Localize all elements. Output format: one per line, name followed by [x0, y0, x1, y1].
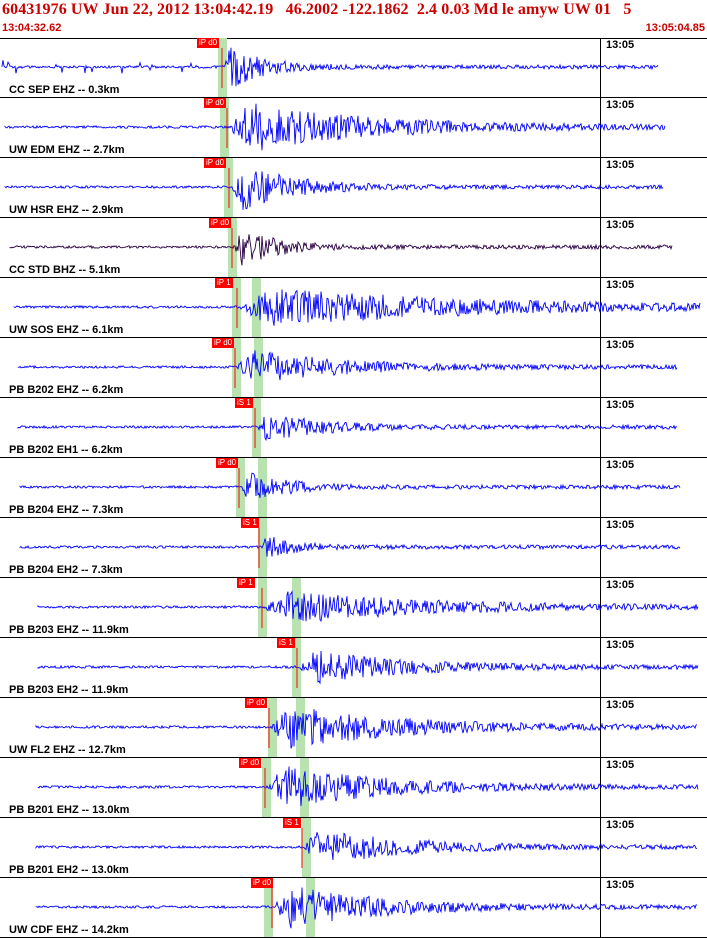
seismogram-traces: 13:05 iP d0 CC SEP EHZ -- 0.3km 13:05 iP d0 U… — [0, 38, 707, 938]
start-time: 13:04:32.62 — [2, 22, 62, 34]
phase-pick[interactable]: iP d0 — [239, 758, 262, 768]
trace-panel: 13:05 iP d0 CC SEP EHZ -- 0.3km — [0, 38, 707, 98]
trace-panel: 13:05 iP d0 UW HSR EHZ -- 2.9km — [0, 158, 707, 218]
waveform-trace — [37, 650, 699, 685]
trace-panel: 13:05 iP d0 PB B204 EHZ -- 7.3km — [0, 458, 707, 518]
station-label: PB B201 EH2 -- 13.0km — [9, 864, 129, 876]
waveform-trace — [37, 590, 699, 622]
station-label: UW HSR EHZ -- 2.9km — [9, 204, 124, 216]
phase-pick[interactable]: iP d0 — [197, 38, 220, 48]
phase-pick[interactable]: iP d0 — [212, 338, 235, 348]
phase-pick[interactable]: iP d0 — [251, 878, 274, 888]
trace-panel: 13:05 iS 1 PB B204 EH2 -- 7.3km — [0, 518, 707, 578]
trace-panel: 13:05 iS 1 PB B203 EH2 -- 11.9km — [0, 638, 707, 698]
station-label: PB B203 EHZ -- 11.9km — [9, 624, 129, 636]
phase-pick[interactable]: iP d0 — [216, 458, 239, 468]
trace-panel: 13:05 iP 1 PB B203 EHZ -- 11.9km — [0, 578, 707, 638]
phase-pick[interactable]: iS 1 — [277, 638, 295, 648]
phase-pick[interactable]: iS 1 — [235, 398, 253, 408]
phase-pick[interactable]: iP d0 — [209, 218, 232, 228]
trace-panel: 13:05 iP 1 UW SOS EHZ -- 6.1km — [0, 278, 707, 338]
station-label: PB B201 EHZ -- 13.0km — [9, 804, 130, 816]
waveform-trace — [35, 832, 698, 861]
event-title: 60431976 UW Jun 22, 2012 13:04:42.19 46.… — [2, 1, 632, 18]
waveform-trace — [9, 234, 673, 266]
waveform-trace — [19, 537, 681, 557]
trace-panel: 13:05 iS 1 PB B202 EH1 -- 6.2km — [0, 398, 707, 458]
phase-pick[interactable]: iP 1 — [237, 578, 255, 588]
trace-panel: 13:05 iS 1 PB B201 EH2 -- 13.0km — [0, 818, 707, 878]
station-label: PB B202 EHZ -- 6.2km — [9, 384, 124, 396]
end-time: 13:05:04.85 — [645, 22, 705, 34]
trace-panel: 13:05 iP d0 PB B201 EHZ -- 13.0km — [0, 758, 707, 818]
station-label: PB B202 EH1 -- 6.2km — [9, 444, 123, 456]
trace-panel: 13:05 iP d0 PB B202 EHZ -- 6.2km — [0, 338, 707, 398]
phase-pick[interactable]: iS 1 — [241, 518, 259, 528]
trace-panel: 13:05 iP d0 UW CDF EHZ -- 14.2km — [0, 878, 707, 938]
trace-panel: 13:05 iP d0 CC STD BHZ -- 5.1km — [0, 218, 707, 278]
trace-panel: 13:05 iP d0 UW EDM EHZ -- 2.7km — [0, 98, 707, 158]
station-label: UW FL2 EHZ -- 12.7km — [9, 744, 126, 756]
header-bar: 60431976 UW Jun 22, 2012 13:04:42.19 46.… — [0, 0, 707, 39]
phase-pick[interactable]: iP d0 — [204, 158, 227, 168]
station-label: UW EDM EHZ -- 2.7km — [9, 144, 125, 156]
station-label: UW SOS EHZ -- 6.1km — [9, 324, 124, 336]
phase-pick[interactable]: iP d0 — [204, 98, 227, 108]
station-label: PB B203 EH2 -- 11.9km — [9, 684, 129, 696]
trace-panel: 13:05 iP d0 UW FL2 EHZ -- 12.7km — [0, 698, 707, 758]
waveform-trace — [19, 472, 681, 498]
station-label: UW CDF EHZ -- 14.2km — [9, 924, 129, 936]
waveform-trace — [17, 350, 678, 381]
station-label: PB B204 EH2 -- 7.3km — [9, 564, 123, 576]
waveform-trace — [1, 47, 659, 87]
waveform-trace — [13, 289, 701, 326]
waveform-trace — [17, 416, 678, 442]
station-label: CC SEP EHZ -- 0.3km — [9, 84, 120, 96]
waveform-trace — [35, 709, 698, 749]
phase-pick[interactable]: iS 1 — [283, 818, 301, 828]
phase-pick[interactable]: iP 1 — [215, 278, 233, 288]
waveform-trace — [37, 766, 699, 806]
station-label: PB B204 EHZ -- 7.3km — [9, 504, 124, 516]
station-label: CC STD BHZ -- 5.1km — [9, 264, 121, 276]
waveform-trace — [35, 887, 697, 929]
phase-pick[interactable]: iP d0 — [245, 698, 268, 708]
